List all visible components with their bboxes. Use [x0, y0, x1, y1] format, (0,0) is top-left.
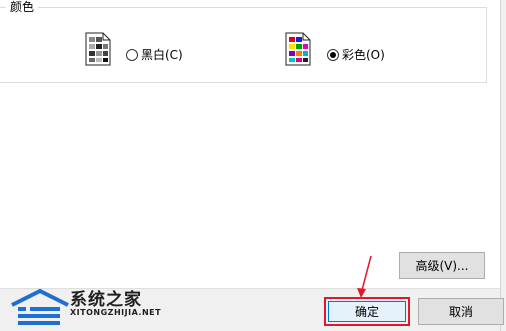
annotation-arrow-icon — [357, 255, 372, 298]
mono-label: 黑白(C) — [141, 48, 183, 62]
ok-button-label: 确定 — [354, 305, 379, 319]
mono-radio[interactable] — [126, 49, 138, 61]
window-edge — [500, 0, 506, 331]
color-label: 彩色(O) — [342, 48, 385, 62]
cancel-button[interactable]: 取消 — [418, 298, 504, 325]
group-title: 颜色 — [6, 0, 39, 14]
mono-option[interactable]: 黑白(C) — [126, 48, 183, 62]
color-radio[interactable] — [327, 49, 339, 61]
watermark-name: 系统之家 — [70, 290, 142, 310]
color-document-icon — [285, 32, 311, 66]
advanced-button[interactable]: 高级(V)... — [399, 252, 485, 279]
color-groupbox: 颜色 — [0, 0, 487, 83]
mono-document-icon — [85, 32, 111, 66]
color-option[interactable]: 彩色(O) — [327, 48, 385, 62]
ok-button[interactable]: 确定 — [324, 297, 410, 326]
watermark-url: XITONGZHIJIA.NET — [70, 308, 162, 317]
